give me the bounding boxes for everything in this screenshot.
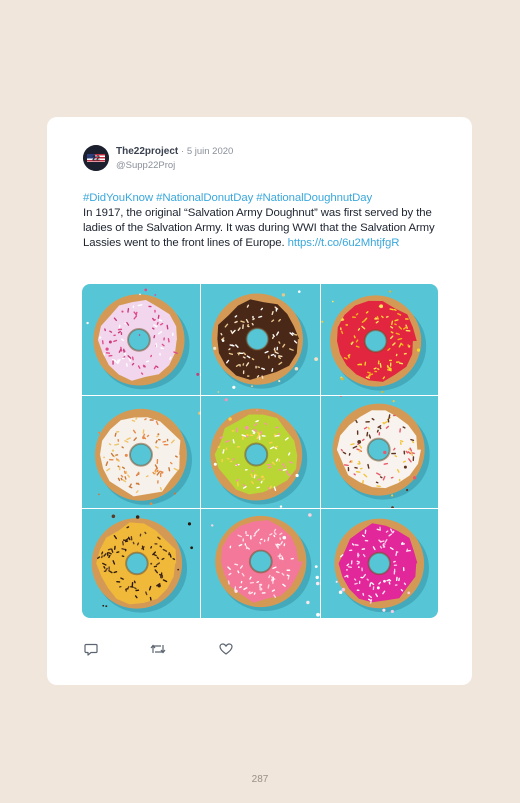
tweet-link[interactable]: https://t.co/6u2MhtjfgR bbox=[288, 237, 400, 249]
hashtag-nationaldonutday[interactable]: #NationalDonutDay bbox=[156, 192, 253, 204]
page-number: 287 bbox=[251, 774, 269, 785]
donut-photo-4 bbox=[82, 396, 200, 508]
donut-photo-grid[interactable] bbox=[82, 284, 438, 618]
donut-photo-8 bbox=[201, 509, 320, 618]
donut-photo-2 bbox=[201, 284, 320, 395]
donut-photo-6 bbox=[321, 396, 438, 508]
svg-text:22: 22 bbox=[92, 156, 100, 163]
tweet-date[interactable]: · 5 juin 2020 bbox=[181, 146, 233, 157]
author-name[interactable]: The22project bbox=[116, 146, 178, 157]
tweet-card: 22 The22project · 5 juin 2020 @Supp22Pro… bbox=[47, 117, 472, 685]
flag-logo-icon: 22 bbox=[83, 145, 109, 171]
hashtag-nationaldoughnutday[interactable]: #NationalDoughnutDay bbox=[256, 192, 372, 204]
author-handle[interactable]: @Supp22Proj bbox=[116, 160, 175, 171]
donut-photo-5 bbox=[201, 396, 320, 508]
tweet-text: #DidYouKnow #NationalDonutDay #NationalD… bbox=[83, 191, 439, 251]
donut-photo-9 bbox=[321, 509, 438, 618]
avatar[interactable]: 22 bbox=[83, 145, 109, 171]
reply-icon[interactable] bbox=[83, 641, 99, 657]
tweet-actions bbox=[83, 641, 283, 657]
donut-photo-7 bbox=[82, 509, 200, 618]
donut-photo-3 bbox=[321, 284, 438, 395]
donut-photo-1 bbox=[82, 284, 200, 395]
hashtag-didyouknow[interactable]: #DidYouKnow bbox=[83, 192, 153, 204]
retweet-icon[interactable] bbox=[149, 641, 166, 657]
heart-icon[interactable] bbox=[218, 641, 234, 657]
author-line: The22project · 5 juin 2020 bbox=[116, 146, 233, 157]
